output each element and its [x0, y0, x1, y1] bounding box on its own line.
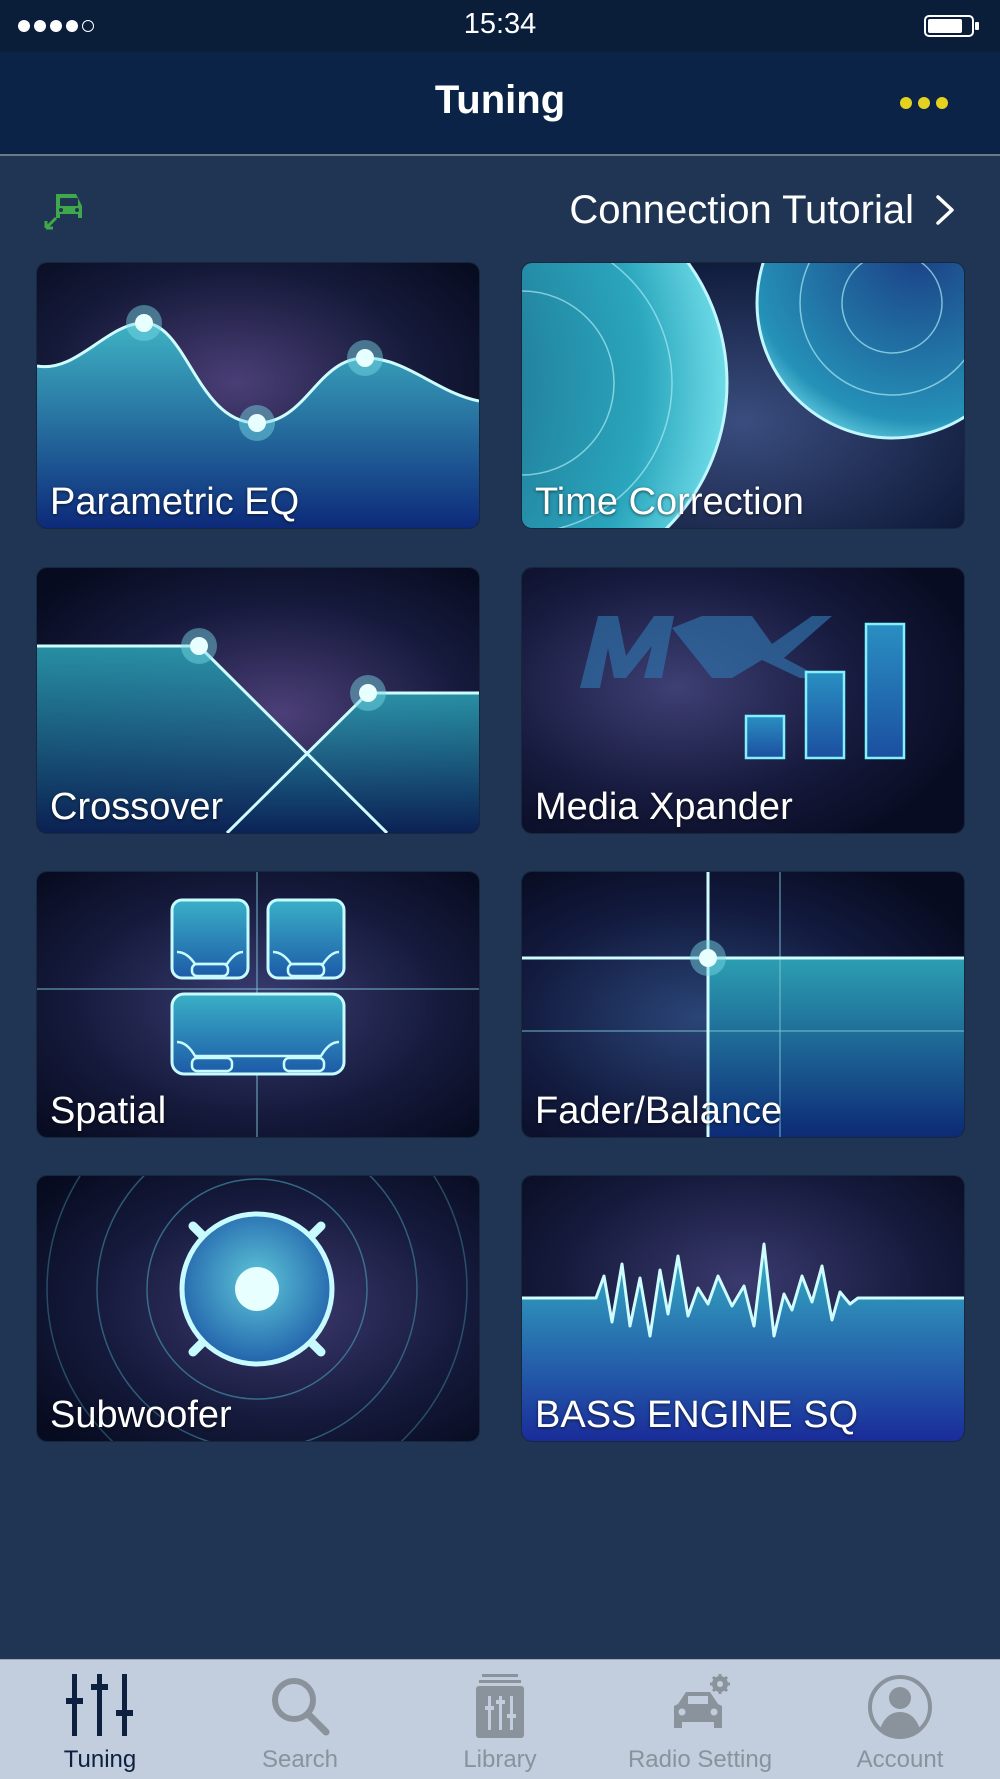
tab-radio-setting[interactable]: Radio Setting — [600, 1660, 800, 1779]
media-xpander-tile[interactable]: Media Xpander — [522, 568, 964, 833]
chevron-right-icon — [936, 195, 954, 225]
status-time: 15:34 — [463, 8, 537, 40]
tab-account[interactable]: Account — [800, 1660, 1000, 1779]
subwoofer-tile[interactable]: Subwoofer — [37, 1176, 479, 1441]
tile-label: Parametric EQ — [50, 481, 300, 523]
tile-label: BASS ENGINE SQ — [535, 1394, 859, 1436]
sliders-icon — [66, 1674, 133, 1736]
connection-tutorial-link[interactable]: Connection Tutorial — [569, 184, 956, 236]
tile-label: Crossover — [50, 786, 224, 828]
tab-label: Tuning — [63, 1746, 137, 1773]
car-gear-icon — [674, 1674, 730, 1728]
status-bar: 15:34 — [0, 0, 1000, 52]
tab-search[interactable]: Search — [200, 1660, 400, 1779]
account-icon — [868, 1675, 932, 1739]
page-title: Tuning — [434, 78, 566, 122]
tile-label: Media Xpander — [535, 786, 793, 828]
tile-label: Subwoofer — [50, 1394, 232, 1436]
spatial-tile[interactable]: Spatial — [37, 872, 479, 1137]
parametric-eq-tile[interactable]: Parametric EQ — [37, 263, 479, 528]
tab-label: Account — [856, 1746, 944, 1773]
more-dot-icon — [900, 97, 912, 109]
tab-tuning[interactable]: Tuning — [0, 1660, 200, 1779]
search-icon — [272, 1678, 330, 1736]
tab-label: Library — [463, 1746, 537, 1773]
battery-icon — [924, 15, 979, 37]
tab-label: Radio Setting — [627, 1746, 773, 1773]
more-options-button[interactable] — [900, 88, 956, 118]
crossover-tile[interactable]: Crossover — [37, 568, 479, 833]
connection-tutorial-label: Connection Tutorial — [569, 187, 914, 232]
tab-label: Search — [261, 1746, 339, 1773]
tile-label: Fader/Balance — [535, 1090, 783, 1132]
tab-library[interactable]: Library — [400, 1660, 600, 1779]
fader-balance-tile[interactable]: Fader/Balance — [522, 872, 964, 1137]
more-dot-icon — [936, 97, 948, 109]
car-connection-icon[interactable] — [42, 186, 90, 230]
bass-engine-sq-tile[interactable]: BASS ENGINE SQ — [522, 1176, 964, 1441]
tile-label: Time Correction — [535, 481, 804, 523]
time-correction-tile[interactable]: Time Correction — [522, 263, 964, 528]
more-dot-icon — [918, 97, 930, 109]
tab-bar: Tuning Search Library Radio Setting Acco… — [0, 1659, 1000, 1779]
navigation-bar: Tuning — [0, 52, 1000, 156]
tile-label: Spatial — [50, 1090, 167, 1132]
library-icon — [476, 1674, 524, 1738]
